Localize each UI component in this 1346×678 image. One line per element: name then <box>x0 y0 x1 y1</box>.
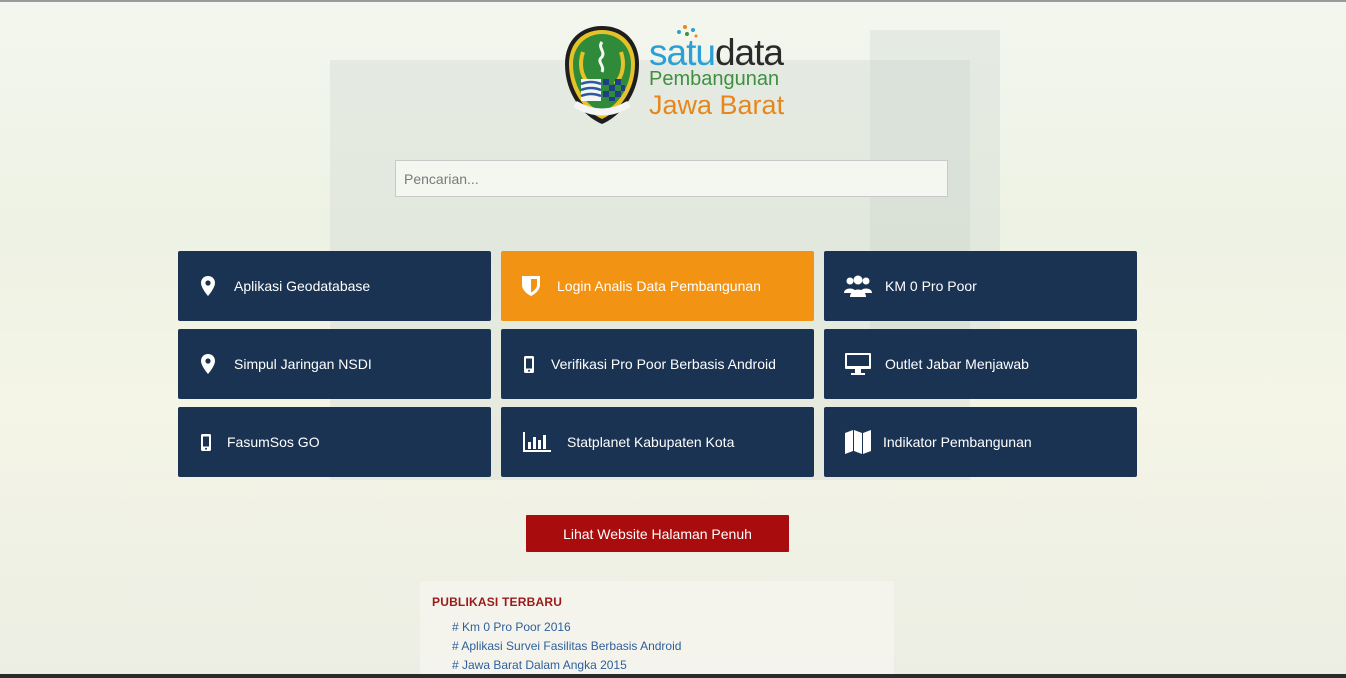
map-marker-icon <box>198 274 218 298</box>
bar-chart-icon <box>523 430 551 454</box>
tile-label: Login Analis Data Pembangunan <box>557 278 761 294</box>
mobile-icon <box>521 352 537 376</box>
desktop-icon <box>844 352 872 376</box>
map-icon <box>844 430 872 454</box>
site-logo[interactable]: satudata Pembangunan Jawa Barat <box>563 24 785 128</box>
tile-simpul-jaringan[interactable]: Simpul Jaringan NSDI <box>178 329 491 399</box>
tile-statplanet[interactable]: Statplanet Kabupaten Kota <box>501 407 814 477</box>
tile-label: Verifikasi Pro Poor Berbasis Android <box>551 356 776 372</box>
tile-label: Aplikasi Geodatabase <box>234 278 371 294</box>
search-input[interactable] <box>395 160 948 197</box>
tile-label: Statplanet Kabupaten Kota <box>567 434 735 450</box>
top-border <box>0 0 1346 2</box>
publication-link[interactable]: # Km 0 Pro Poor 2016 <box>452 620 571 634</box>
publication-link[interactable]: # Jawa Barat Dalam Angka 2015 <box>452 658 627 672</box>
tile-label: KM 0 Pro Poor <box>885 278 977 294</box>
tile-label: Simpul Jaringan NSDI <box>234 356 372 372</box>
tile-label: Indikator Pembangunan <box>883 434 1032 450</box>
tile-indikator-pembangunan[interactable]: Indikator Pembangunan <box>824 407 1137 477</box>
publication-link[interactable]: # Aplikasi Survei Fasilitas Berbasis And… <box>452 639 681 653</box>
users-icon <box>844 274 872 298</box>
tile-aplikasi-geodatabase[interactable]: Aplikasi Geodatabase <box>178 251 491 321</box>
tile-fasumsos-go[interactable]: FasumSos GO <box>178 407 491 477</box>
map-marker-icon <box>198 352 218 376</box>
jawa-barat-emblem-icon <box>565 26 639 124</box>
full-site-button[interactable]: Lihat Website Halaman Penuh <box>526 515 789 552</box>
shield-icon <box>521 274 541 298</box>
tile-km0-pro-poor[interactable]: KM 0 Pro Poor <box>824 251 1137 321</box>
bottom-border <box>0 674 1346 678</box>
tile-login-analis[interactable]: Login Analis Data Pembangunan <box>501 251 814 321</box>
publications-title: PUBLIKASI TERBARU <box>432 595 563 609</box>
tile-label: FasumSos GO <box>227 434 320 450</box>
logo-title: satudata <box>649 32 784 73</box>
logo-region: Jawa Barat <box>649 90 785 120</box>
tile-outlet-jabar[interactable]: Outlet Jabar Menjawab <box>824 329 1137 399</box>
tile-label: Outlet Jabar Menjawab <box>885 356 1029 372</box>
tile-verifikasi-pro-poor[interactable]: Verifikasi Pro Poor Berbasis Android <box>501 329 814 399</box>
publications-panel: PUBLIKASI TERBARU # Km 0 Pro Poor 2016 #… <box>420 581 894 678</box>
mobile-icon <box>198 430 214 454</box>
logo-subtitle: Pembangunan <box>649 68 780 90</box>
logo-wordmark: satudata Pembangunan Jawa Barat <box>649 32 785 120</box>
